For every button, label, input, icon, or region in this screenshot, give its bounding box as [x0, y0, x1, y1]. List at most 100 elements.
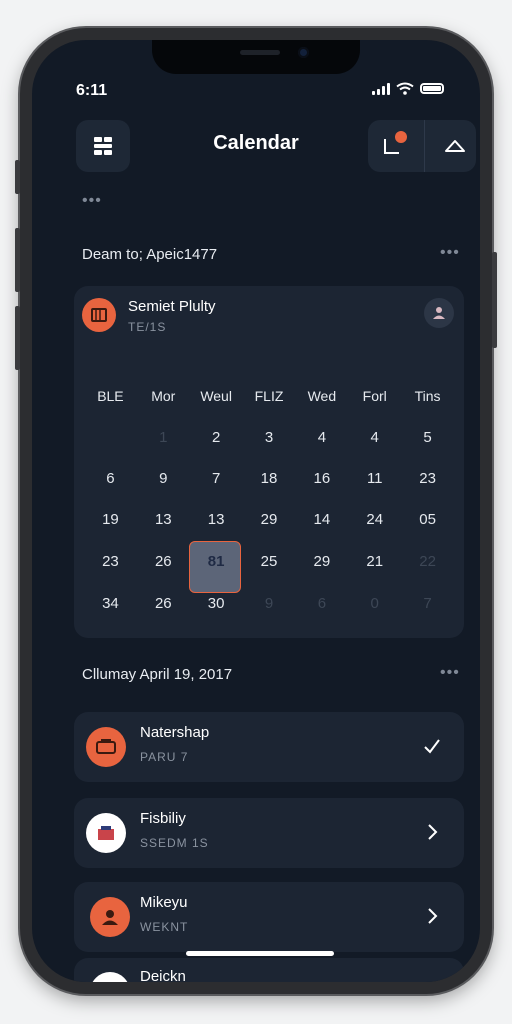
event-subtitle: WEKNT [140, 920, 189, 934]
day-cell[interactable]: 24 [348, 506, 401, 534]
day-cell[interactable]: 16 [295, 465, 348, 493]
day-cell[interactable]: 9 [137, 465, 190, 493]
weekday-label: Weul [200, 388, 232, 404]
event-subtitle: PARU 7 [140, 750, 189, 764]
event-avatar [86, 727, 126, 767]
day-cell[interactable]: 2 [190, 424, 243, 452]
day-cell[interactable]: 25 [243, 548, 296, 576]
weekday-label: FLIZ [254, 388, 284, 404]
week-row: 23 26 81 25 29 21 22 [74, 548, 464, 576]
event-title: Deickn [140, 968, 186, 982]
week-row: 6 9 7 18 16 11 23 [74, 465, 464, 493]
calendar-title: Semiet Plulty [128, 298, 216, 315]
day-cell[interactable]: 30 [190, 590, 243, 618]
day-cell[interactable]: 29 [243, 506, 296, 534]
status-icons [372, 82, 444, 95]
day-cell[interactable]: 11 [348, 465, 401, 493]
power-button [492, 252, 497, 348]
day-cell[interactable]: 26 [137, 548, 190, 576]
day-cell[interactable] [84, 424, 137, 452]
calendar-user-button[interactable] [424, 298, 454, 328]
upload-button[interactable] [442, 133, 468, 159]
day-cell[interactable]: 29 [295, 548, 348, 576]
camera [298, 47, 309, 58]
mute-switch [15, 160, 20, 194]
event-title: Natershap [140, 724, 210, 741]
day-cell[interactable]: 6 [84, 465, 137, 493]
speaker [240, 50, 280, 55]
event-avatar [90, 972, 130, 982]
home-indicator[interactable] [186, 951, 334, 956]
day-cell[interactable]: 5 [401, 424, 454, 452]
day-cell[interactable]: 19 [84, 506, 137, 534]
calendar-subtitle: TE/1S [128, 320, 167, 334]
day-cell[interactable]: 7 [401, 590, 454, 618]
event-item[interactable]: Deickn [74, 958, 464, 982]
weekday-label: Mor [151, 388, 176, 404]
calendar-glyph-icon [91, 308, 107, 322]
day-cell[interactable]: 1 [137, 424, 190, 452]
phone-frame: 6:11 Calendar ••• Deam to; Apeic1477 •••… [15, 28, 497, 994]
weekday-header: BLE Mor Weul FLIZ Wed Forl Tins [74, 382, 464, 410]
day-cell[interactable]: 13 [190, 506, 243, 534]
battery-icon [420, 83, 444, 94]
check-icon[interactable] [422, 736, 442, 756]
day-cell[interactable]: 21 [348, 548, 401, 576]
day-cell[interactable]: 34 [84, 590, 137, 618]
selected-day-cell[interactable]: 81 [190, 548, 243, 576]
notification-button[interactable] [377, 131, 407, 161]
week-row: 19 13 13 29 14 24 05 [74, 506, 464, 534]
day-cell[interactable]: 14 [295, 506, 348, 534]
month-more-button[interactable]: ••• [440, 244, 460, 262]
chevron-right-icon[interactable] [422, 906, 442, 926]
weekday-label: Forl [362, 388, 387, 404]
day-cell[interactable]: 23 [84, 548, 137, 576]
day-more-button[interactable]: ••• [440, 664, 460, 682]
event-item[interactable]: Fisbiliy SSEDM 1S [74, 798, 464, 868]
more-dots[interactable]: ••• [82, 192, 102, 210]
month-label: Deam to; Apeic1477 [82, 246, 218, 263]
day-cell[interactable]: 22 [401, 548, 454, 576]
event-title: Fisbiliy [140, 810, 186, 827]
event-item[interactable]: Natershap PARU 7 [74, 712, 464, 782]
week-row: 34 26 30 9 6 0 7 [74, 590, 464, 618]
day-cell[interactable]: 3 [243, 424, 296, 452]
app-screen: 6:11 Calendar ••• Deam to; Apeic1477 •••… [32, 40, 480, 982]
signal-icon [372, 82, 390, 95]
volume-up-button [15, 228, 20, 292]
calendar-avatar [82, 298, 116, 332]
day-cell[interactable]: 26 [137, 590, 190, 618]
event-title: Mikeyu [140, 894, 188, 911]
day-cell[interactable]: 4 [295, 424, 348, 452]
weekday-label: Wed [307, 388, 337, 404]
building-icon [98, 826, 114, 840]
chevron-right-icon[interactable] [422, 822, 442, 842]
volume-down-button [15, 306, 20, 370]
header-actions [368, 120, 476, 172]
day-label: Cllumay April 19, 2017 [82, 666, 233, 683]
day-cell[interactable]: 18 [243, 465, 296, 493]
calendar-card: Semiet Plulty TE/1S BLE Mor Weul FLIZ We… [74, 286, 464, 638]
day-cell[interactable]: 05 [401, 506, 454, 534]
person-icon [102, 910, 118, 925]
notification-badge [394, 131, 407, 143]
event-item[interactable]: Mikeyu WEKNT [74, 882, 464, 952]
event-avatar [86, 813, 126, 853]
day-cell[interactable]: 9 [243, 590, 296, 618]
day-cell[interactable]: 4 [348, 424, 401, 452]
day-cell[interactable]: 23 [401, 465, 454, 493]
event-avatar [90, 897, 130, 937]
workshop-icon [96, 739, 116, 754]
day-cell[interactable]: 7 [190, 465, 243, 493]
day-cell[interactable]: 0 [348, 590, 401, 618]
event-subtitle: SSEDM 1S [140, 836, 209, 850]
wifi-icon [396, 82, 414, 95]
user-icon [433, 307, 445, 319]
weekday-label: Tins [414, 388, 441, 404]
weekday-label: BLE [97, 388, 124, 404]
week-row: 1 2 3 4 4 5 [74, 424, 464, 452]
divider [423, 120, 425, 172]
day-cell[interactable]: 13 [137, 506, 190, 534]
status-time: 6:11 [76, 82, 108, 99]
day-cell[interactable]: 6 [295, 590, 348, 618]
